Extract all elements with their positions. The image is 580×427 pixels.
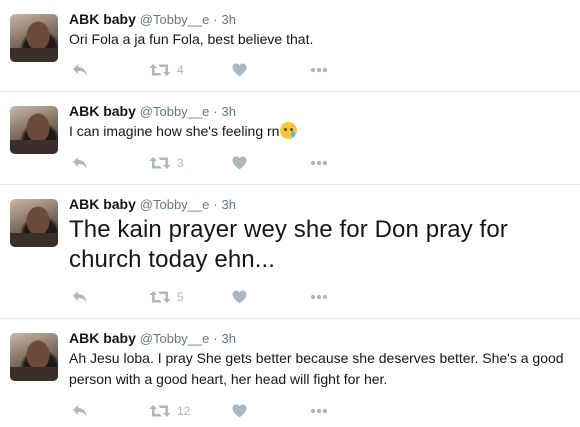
separator-dot: · [213, 104, 218, 119]
retweet-button[interactable]: 5 [149, 287, 184, 307]
reply-icon [73, 64, 87, 76]
user-name[interactable]: ABK baby [69, 103, 136, 119]
retweet-button[interactable]: 4 [149, 60, 184, 80]
tweet[interactable]: ABK baby @Tobby__e · 3h Ori Fola a ja fu… [0, 0, 580, 92]
tweet-text-content: Ah Jesu loba. I pray She gets better bec… [69, 350, 564, 387]
more-icon [310, 67, 328, 73]
retweet-icon [149, 157, 171, 169]
crying-face-emoji [280, 122, 298, 139]
tweet-text-content: Ori Fola a ja fun Fola, best believe tha… [69, 31, 314, 47]
tweet[interactable]: ABK baby @Tobby__e · 3h The kain prayer … [0, 185, 580, 319]
separator-dot: · [213, 331, 218, 346]
avatar[interactable] [10, 14, 58, 62]
like-button[interactable] [232, 153, 247, 173]
tweet-actions: 3 [0, 153, 580, 173]
avatar[interactable] [10, 333, 58, 381]
user-handle[interactable]: @Tobby__e [140, 104, 210, 119]
tweet-text: Ori Fola a ja fun Fola, best believe tha… [69, 29, 574, 50]
user-name[interactable]: ABK baby [69, 330, 136, 346]
more-button[interactable] [310, 287, 328, 307]
tweet-text: Ah Jesu loba. I pray She gets better bec… [69, 348, 574, 390]
tweet-text-content: I can imagine how she's feeling rn [69, 123, 280, 139]
timestamp[interactable]: 3h [222, 197, 236, 212]
heart-icon [232, 404, 247, 418]
reply-button[interactable] [72, 153, 88, 173]
tweet-actions: 4 [0, 60, 580, 80]
reply-button[interactable] [72, 60, 88, 80]
user-handle[interactable]: @Tobby__e [140, 331, 210, 346]
tweet[interactable]: ABK baby @Tobby__e · 3h Ah Jesu loba. I … [0, 319, 580, 427]
timestamp[interactable]: 3h [222, 104, 236, 119]
user-name[interactable]: ABK baby [69, 11, 136, 27]
heart-icon [232, 156, 247, 170]
heart-icon [232, 290, 247, 304]
reply-button[interactable] [72, 287, 88, 307]
more-button[interactable] [310, 153, 328, 173]
tweet-header: ABK baby @Tobby__e · 3h [69, 195, 236, 214]
more-icon [310, 160, 328, 166]
separator-dot: · [213, 197, 218, 212]
tweet-actions: 5 [0, 287, 580, 307]
retweet-button[interactable]: 12 [149, 401, 190, 421]
tweet-actions: 12 [0, 401, 580, 421]
avatar[interactable] [10, 106, 58, 154]
reply-icon [73, 405, 87, 417]
retweet-count: 4 [177, 63, 184, 77]
reply-icon [73, 157, 87, 169]
retweet-count: 5 [177, 290, 184, 304]
retweet-count: 12 [177, 404, 191, 418]
reply-icon [73, 291, 87, 303]
tweet-text: The kain prayer wey she for Don pray for… [69, 215, 574, 275]
user-name[interactable]: ABK baby [69, 196, 136, 212]
tweet-text: I can imagine how she's feeling rn [69, 121, 574, 142]
retweet-icon [149, 291, 171, 303]
user-handle[interactable]: @Tobby__e [140, 12, 210, 27]
tweet[interactable]: ABK baby @Tobby__e · 3h I can imagine ho… [0, 92, 580, 185]
timestamp[interactable]: 3h [222, 12, 236, 27]
retweet-count: 3 [177, 156, 184, 170]
tweet-header: ABK baby @Tobby__e · 3h [69, 102, 236, 121]
retweet-icon [149, 405, 171, 417]
avatar[interactable] [10, 199, 58, 247]
more-button[interactable] [310, 401, 328, 421]
like-button[interactable] [232, 60, 247, 80]
retweet-button[interactable]: 3 [149, 153, 184, 173]
heart-icon [232, 63, 247, 77]
reply-button[interactable] [72, 401, 88, 421]
tweet-header: ABK baby @Tobby__e · 3h [69, 10, 236, 29]
tweet-header: ABK baby @Tobby__e · 3h [69, 329, 236, 348]
user-handle[interactable]: @Tobby__e [140, 197, 210, 212]
retweet-icon [149, 64, 171, 76]
tweet-text-content: The kain prayer wey she for Don pray for… [69, 216, 508, 273]
more-icon [310, 294, 328, 300]
timestamp[interactable]: 3h [222, 331, 236, 346]
separator-dot: · [213, 12, 218, 27]
more-icon [310, 408, 328, 414]
like-button[interactable] [232, 287, 247, 307]
more-button[interactable] [310, 60, 328, 80]
like-button[interactable] [232, 401, 247, 421]
